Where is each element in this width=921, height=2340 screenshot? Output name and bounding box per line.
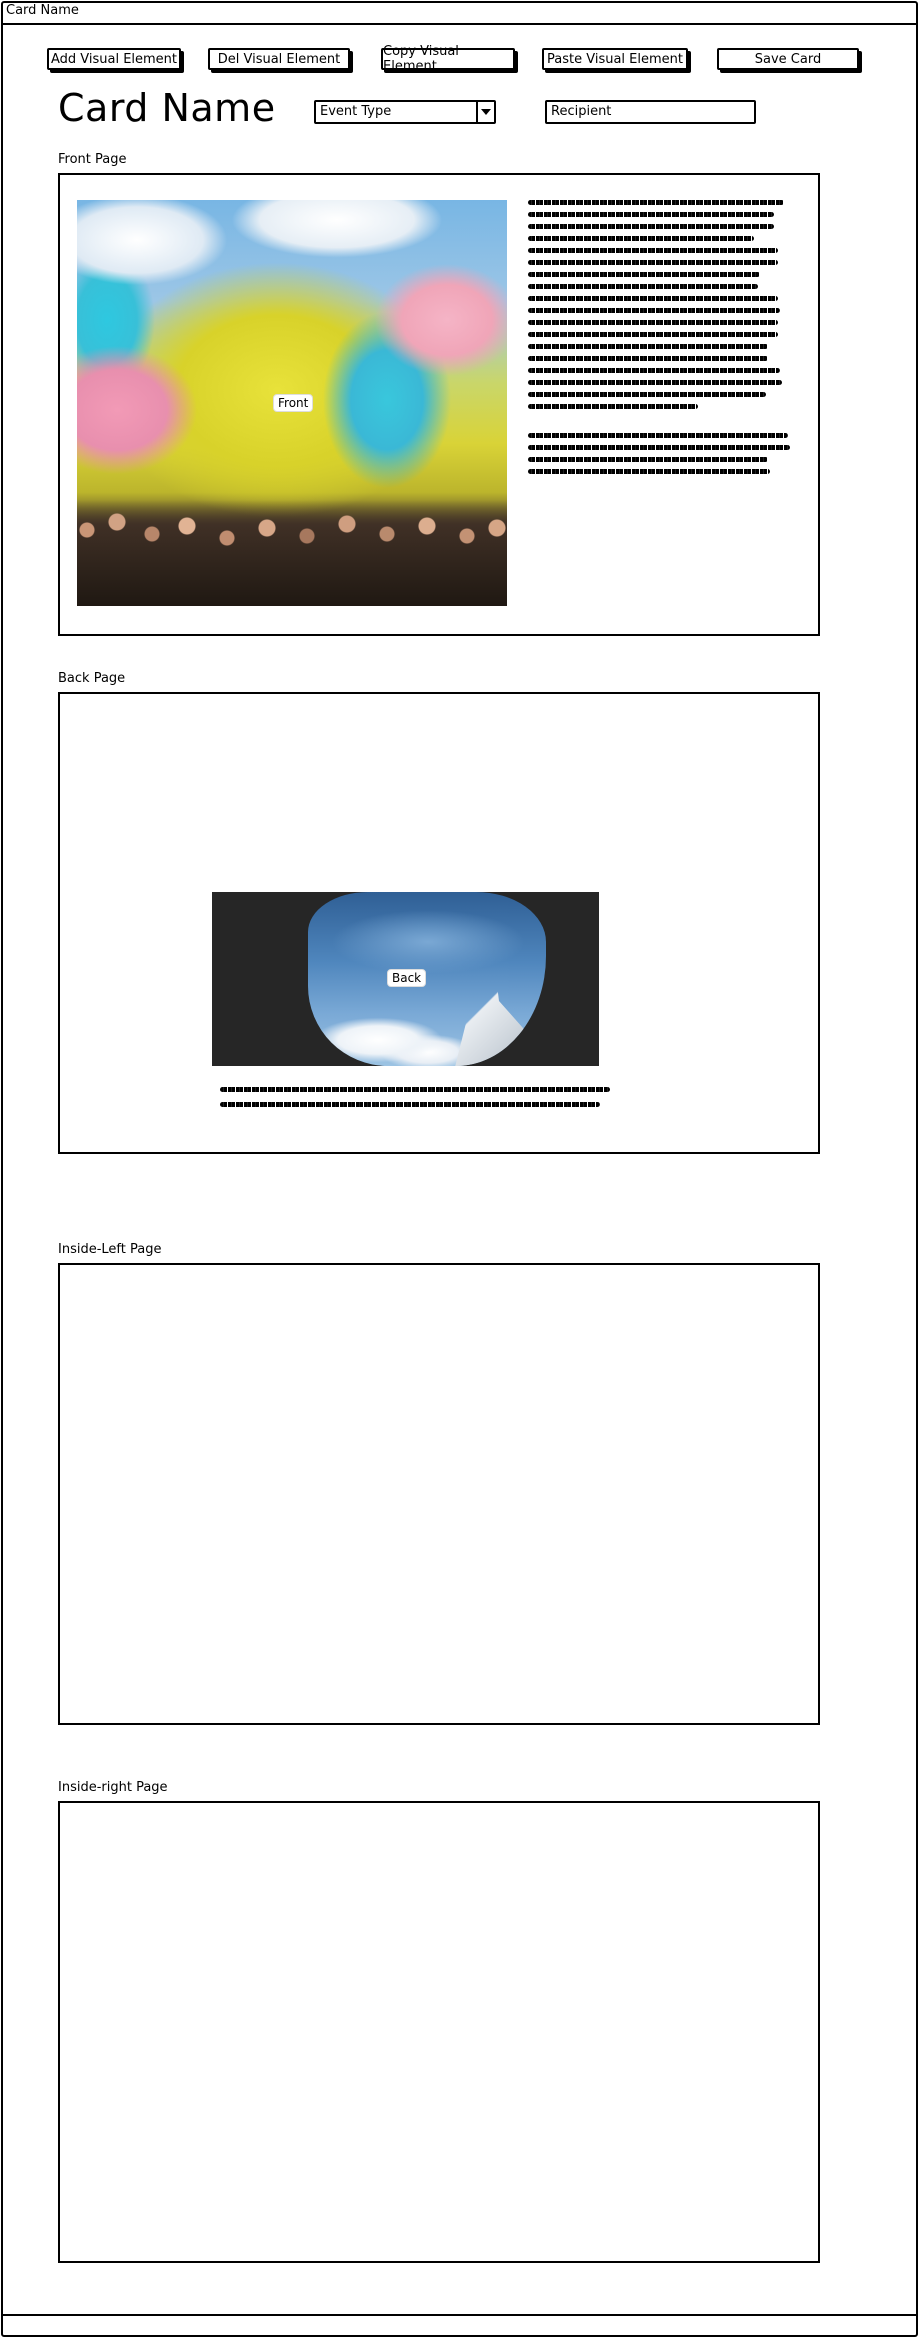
title-bar xyxy=(1,1,918,25)
inside-right-page-panel[interactable] xyxy=(58,1801,820,2263)
paste-visual-element-button[interactable]: Paste Visual Element xyxy=(542,48,688,70)
save-card-button[interactable]: Save Card xyxy=(717,48,859,70)
event-type-value: Event Type xyxy=(320,104,392,119)
window-title: Card Name xyxy=(6,3,79,18)
back-page-label: Back Page xyxy=(58,671,126,686)
inside-right-page-label: Inside-right Page xyxy=(58,1780,168,1795)
front-image-label: Front xyxy=(273,394,314,412)
front-text-block[interactable] xyxy=(528,200,790,481)
back-text-block[interactable] xyxy=(220,1087,614,1107)
del-visual-element-button[interactable]: Del Visual Element xyxy=(208,48,350,70)
add-visual-element-button[interactable]: Add Visual Element xyxy=(47,48,181,70)
back-image-label: Back xyxy=(387,969,427,987)
airplane-wing xyxy=(455,957,543,1066)
copy-visual-element-button[interactable]: Copy Visual Element xyxy=(381,44,515,74)
recipient-input[interactable]: Recipient xyxy=(545,100,756,124)
card-name-title[interactable]: Card Name xyxy=(58,86,276,130)
chevron-down-icon[interactable] xyxy=(476,102,494,122)
airplane-window-view xyxy=(308,892,546,1066)
inside-left-page-panel[interactable] xyxy=(58,1263,820,1725)
event-type-select[interactable]: Event Type xyxy=(314,100,496,124)
front-page-label: Front Page xyxy=(58,152,127,167)
status-bar-divider xyxy=(1,2314,918,2316)
crowd-image-detail xyxy=(77,500,507,606)
front-image[interactable]: Front xyxy=(77,200,507,606)
recipient-placeholder: Recipient xyxy=(551,104,612,119)
back-image[interactable]: Back xyxy=(212,892,599,1066)
inside-left-page-label: Inside-Left Page xyxy=(58,1242,162,1257)
